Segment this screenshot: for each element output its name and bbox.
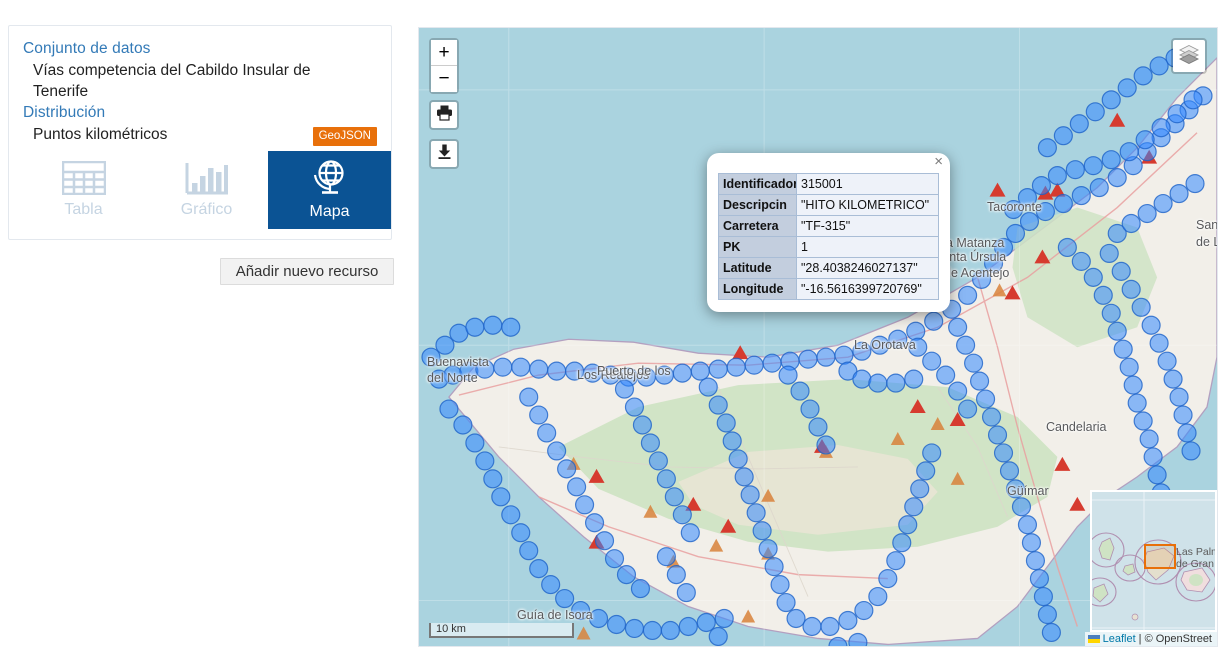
minimap-place-label: Las Palm de Gran Ca	[1176, 546, 1217, 570]
feature-popup: × Identificador 315001 Descripcin "HITO KIL…	[707, 153, 950, 312]
resource-viewer-page: Conjunto de datos Vías competencia del C…	[0, 0, 1224, 653]
bar-chart-icon	[185, 161, 229, 195]
globe-icon	[309, 159, 351, 197]
table-icon	[61, 161, 106, 195]
zoom-in-button[interactable]: +	[431, 40, 457, 66]
popup-row: Latitude "28.4038246027137"	[718, 257, 939, 279]
minimap-viewport-rect[interactable]	[1144, 544, 1176, 569]
feature-attributes-table: Identificador 315001 Descripcin "HITO KILOM…	[718, 173, 939, 300]
popup-key: Longitude	[718, 278, 797, 300]
attribution-suffix: | © OpenStreet	[1138, 633, 1212, 645]
popup-row: PK 1	[718, 236, 939, 258]
tab-mapa[interactable]: Mapa	[268, 151, 391, 229]
popup-key: Latitude	[718, 257, 797, 279]
print-icon	[436, 104, 453, 126]
popup-row: Identificador 315001	[718, 173, 939, 195]
format-badge: GeoJSON	[312, 127, 377, 146]
download-icon	[436, 143, 453, 165]
view-tabs: Tabla Gráfico Mapa	[22, 151, 391, 229]
scale-bar: 10 km	[429, 623, 574, 638]
popup-row: Descripcin "HITO KILOMETRICO"	[718, 194, 939, 216]
leaflet-map[interactable]: Buenavista del Norte Los Realejos Puerto de…	[418, 27, 1218, 647]
minimap-label-line1: Las Palm	[1176, 546, 1217, 558]
popup-key: Descripcin	[718, 194, 797, 216]
distribution-label: Distribución	[23, 104, 106, 121]
popup-value: 1	[796, 236, 939, 258]
leaflet-flag-icon	[1087, 635, 1100, 643]
dataset-title: Vías competencia del Cabildo Insular de …	[33, 62, 311, 100]
layers-button[interactable]	[1171, 38, 1207, 74]
leaflet-link[interactable]: Leaflet	[1103, 632, 1136, 646]
distribution-title: Puntos kilométricos	[33, 126, 168, 143]
popup-value: "TF-315"	[796, 215, 939, 237]
popup-key: Carretera	[718, 215, 797, 237]
minimap[interactable]: Las Palm de Gran Ca	[1090, 490, 1217, 632]
popup-key: Identificador	[718, 173, 797, 195]
add-resource-button[interactable]: Añadir nuevo recurso	[220, 258, 394, 285]
zoom-control: + −	[429, 38, 459, 94]
popup-value: "HITO KILOMETRICO"	[796, 194, 939, 216]
tab-label-grafico: Gráfico	[180, 201, 233, 218]
tab-grafico[interactable]: Gráfico	[145, 151, 268, 229]
export-button[interactable]	[429, 139, 459, 169]
tab-tabla[interactable]: Tabla	[22, 151, 145, 229]
zoom-out-button[interactable]: −	[431, 66, 457, 92]
popup-value: "-16.5616399720769"	[796, 278, 939, 300]
distribution-row: Puntos kilométricos GeoJSON	[23, 124, 377, 146]
layers-icon	[1178, 43, 1200, 70]
map-attribution: Leaflet | © OpenStreet	[1084, 632, 1217, 646]
popup-key: PK	[718, 236, 797, 258]
minimap-label-line2: de Gran Ca	[1176, 558, 1215, 570]
tab-label-mapa: Mapa	[309, 203, 350, 220]
print-button[interactable]	[429, 100, 459, 130]
popup-value: 315001	[796, 173, 939, 195]
tab-label-tabla: Tabla	[64, 201, 103, 218]
dataset-label: Conjunto de datos	[23, 40, 151, 57]
popup-row: Carretera "TF-315"	[718, 215, 939, 237]
dataset-info-panel: Conjunto de datos Vías competencia del C…	[8, 25, 392, 240]
close-icon[interactable]: ×	[934, 154, 943, 169]
popup-row: Longitude "-16.5616399720769"	[718, 278, 939, 300]
popup-value: "28.4038246027137"	[796, 257, 939, 279]
